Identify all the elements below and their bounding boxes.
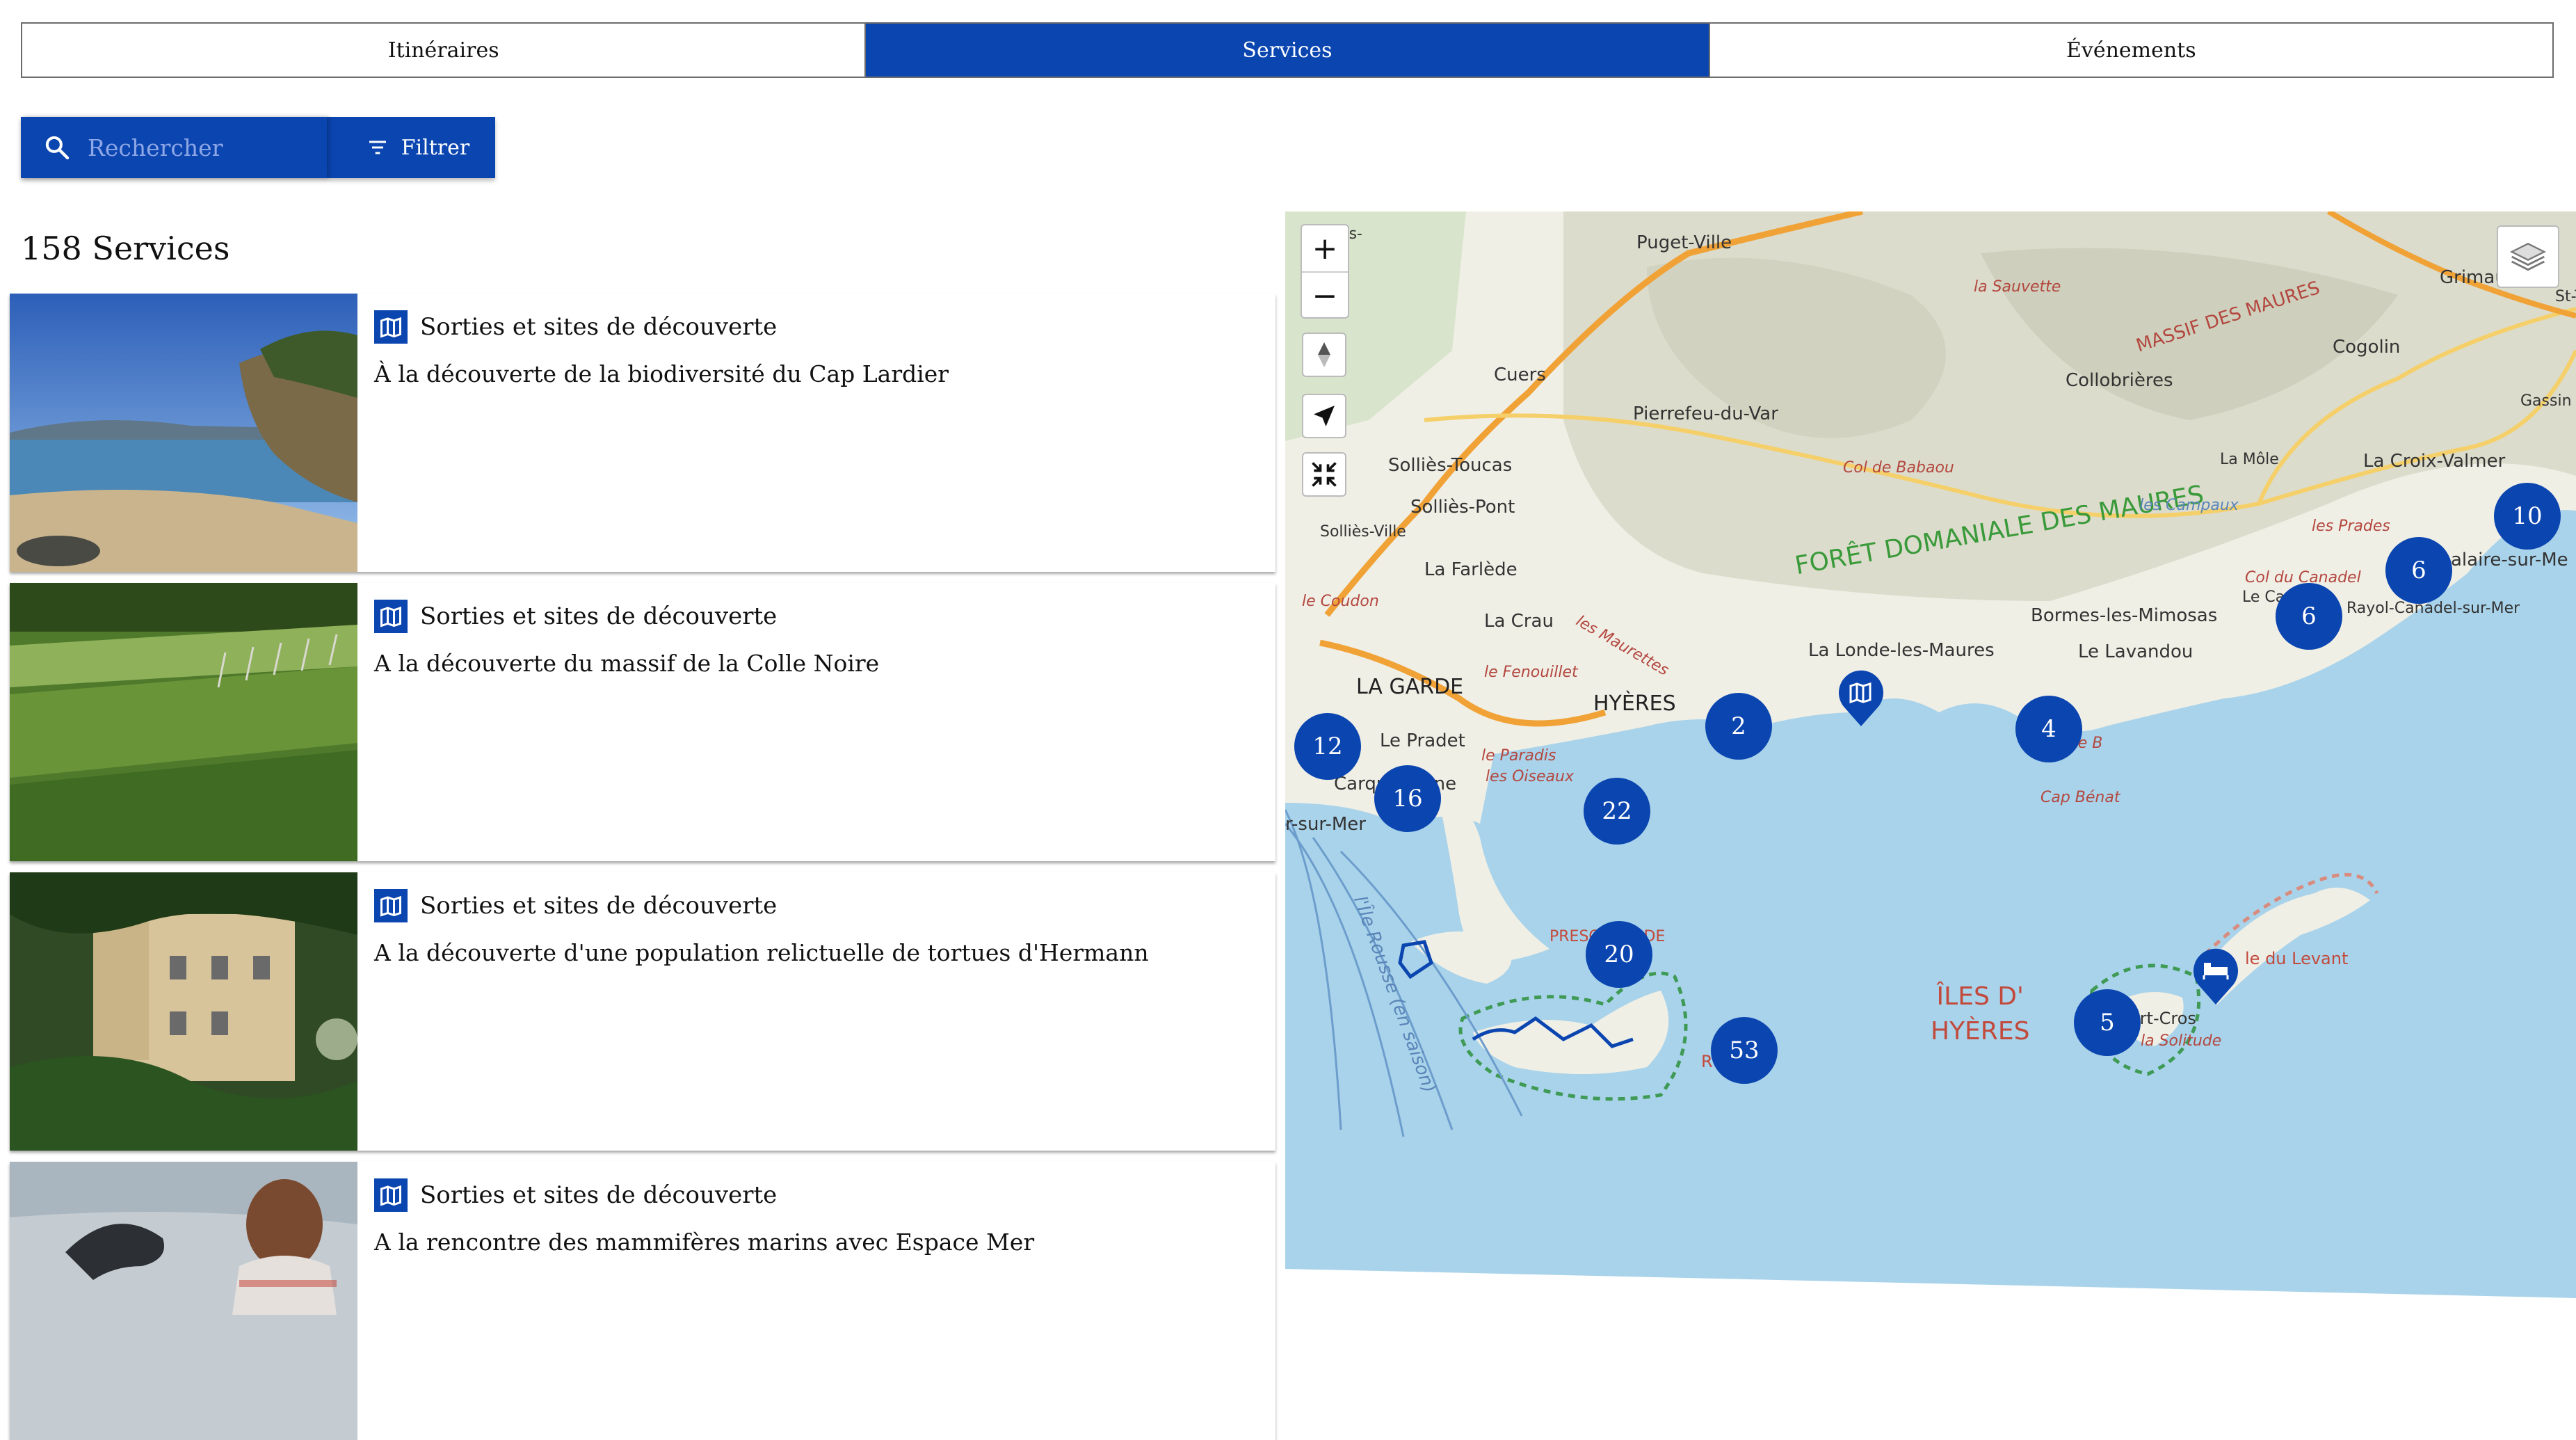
place-label: la Solitude (2141, 1032, 2222, 1050)
result-thumbnail (10, 872, 357, 1151)
map-icon (374, 600, 408, 633)
filter-button[interactable]: Filtrer (327, 117, 495, 178)
zoom-controls: + − (1301, 224, 1349, 319)
place-label: Cogolin (2333, 337, 2401, 358)
map-view[interactable]: Puget-Ville Cuers Pierrefeu-du-Var Solli… (1285, 211, 2576, 1298)
zoom-in-button[interactable]: + (1302, 225, 1348, 271)
result-thumbnail (10, 294, 357, 572)
map-icon (374, 1178, 408, 1212)
map-cluster-marker[interactable]: 22 (1584, 778, 1650, 845)
result-card[interactable]: Sorties et sites de découverte A la déco… (10, 872, 1275, 1151)
result-title[interactable]: A la rencontre des mammifères marins ave… (374, 1229, 1034, 1256)
collapse-icon (1312, 462, 1337, 487)
bed-icon (2193, 948, 2238, 1005)
result-category: Sorties et sites de découverte (420, 602, 778, 630)
filter-label: Filtrer (401, 135, 470, 160)
result-card[interactable]: Sorties et sites de découverte A la déco… (10, 583, 1275, 861)
place-label: La Croix-Valmer (2363, 451, 2506, 472)
place-label: ÎLES D' HYÈRES (1931, 979, 2029, 1049)
map-basemap (1285, 211, 2576, 1298)
result-title[interactable]: À la découverte de la biodiversité du Ca… (374, 360, 949, 387)
place-label: le Paradis (1481, 747, 1556, 765)
filter-icon (369, 141, 386, 154)
place-label: Cuers (1494, 365, 1546, 385)
place-label: les Oiseaux (1486, 768, 1574, 785)
search-input[interactable] (86, 133, 298, 162)
map-icon (1839, 670, 1883, 726)
locate-icon (1314, 406, 1335, 426)
result-card[interactable]: Sorties et sites de découverte À la déco… (10, 294, 1275, 572)
compass-icon (1318, 342, 1330, 367)
results-count: 158 Services (21, 230, 230, 267)
place-label: La Môle (2220, 451, 2279, 468)
place-label: alaire-sur-Me (2451, 550, 2568, 570)
locate-button[interactable] (1302, 394, 1346, 438)
search-icon (45, 136, 70, 160)
map-cluster-marker[interactable]: 2 (1705, 693, 1772, 760)
tab-evenements[interactable]: Événements (1709, 24, 2552, 77)
place-label: La Farlède (1424, 559, 1518, 580)
place-label: La Crau (1484, 611, 1554, 632)
map-cluster-marker[interactable]: 4 (2015, 696, 2082, 762)
result-thumbnail (10, 583, 357, 861)
place-label: Gassin (2520, 392, 2572, 410)
tab-itineraires[interactable]: Itinéraires (22, 24, 867, 77)
map-pin-marker[interactable] (1837, 668, 1885, 730)
map-cluster-marker[interactable]: 53 (1711, 1017, 1778, 1084)
place-label: les Campaux (2139, 497, 2239, 514)
place-label: Rayol-Canadel-sur-Mer (2346, 600, 2520, 617)
place-label: le du Levant (2245, 949, 2349, 968)
place-label: le Coudon (1302, 593, 1379, 610)
place-label: Pierrefeu-du-Var (1633, 403, 1778, 424)
place-label: Bormes-les-Mimosas (2031, 605, 2218, 626)
fullscreen-exit-button[interactable] (1302, 452, 1346, 497)
place-label: Puget-Ville (1636, 232, 1732, 253)
result-title[interactable]: A la découverte d'une population relictu… (374, 939, 1149, 966)
search-box[interactable] (21, 117, 327, 178)
map-cluster-marker[interactable]: 20 (1586, 921, 1652, 988)
place-label: le Fenouillet (1484, 664, 1578, 681)
map-icon (374, 889, 408, 922)
place-label: Solliès-Pont (1410, 497, 1515, 518)
place-label: St-T (2555, 288, 2576, 305)
map-cluster-marker[interactable]: 16 (1374, 765, 1441, 832)
result-card[interactable]: Sorties et sites de découverte A la renc… (10, 1162, 1275, 1440)
place-label: Cap Bénat (2040, 789, 2120, 806)
place-label: Col de Babaou (1843, 459, 1954, 477)
layers-button[interactable] (2497, 225, 2559, 288)
place-label: la Sauvette (1974, 278, 2061, 296)
result-title[interactable]: A la découverte du massif de la Colle No… (374, 650, 879, 677)
place-label: Solliès-Ville (1320, 523, 1406, 541)
map-pin-marker[interactable] (2191, 946, 2240, 1009)
place-label: Le Pradet (1380, 730, 1465, 751)
result-category: Sorties et sites de découverte (420, 892, 778, 920)
map-cluster-marker[interactable]: 12 (1294, 713, 1361, 780)
place-label: Collobrières (2066, 370, 2173, 391)
place-label: r-sur-Mer (1285, 814, 1366, 835)
place-label: La Londe-les-Maures (1808, 640, 1995, 661)
place-label: Solliès-Toucas (1388, 455, 1513, 476)
place-label-line: ÎLES D' (1936, 982, 2024, 1011)
place-label: les Prades (2312, 518, 2390, 535)
result-category: Sorties et sites de découverte (420, 313, 778, 341)
result-category: Sorties et sites de découverte (420, 1181, 778, 1209)
tab-bar: Itinéraires Services Événements (21, 22, 2554, 78)
zoom-out-button[interactable]: − (1302, 271, 1348, 319)
place-label-line: HYÈRES (1931, 1017, 2030, 1046)
compass-button[interactable] (1302, 333, 1346, 377)
map-icon (374, 310, 408, 344)
place-label: LA GARDE (1356, 675, 1464, 699)
map-cluster-marker[interactable]: 6 (2276, 583, 2342, 650)
map-cluster-marker[interactable]: 6 (2385, 537, 2452, 604)
place-label: HYÈRES (1593, 691, 1676, 716)
map-cluster-marker[interactable]: 5 (2074, 989, 2141, 1056)
layers-icon (2510, 243, 2546, 271)
tab-services[interactable]: Services (866, 24, 1710, 77)
place-label: Le Lavandou (2078, 641, 2193, 662)
result-thumbnail (10, 1162, 357, 1440)
map-cluster-marker[interactable]: 10 (2494, 483, 2561, 550)
search-filter-bar: Filtrer (21, 117, 495, 178)
